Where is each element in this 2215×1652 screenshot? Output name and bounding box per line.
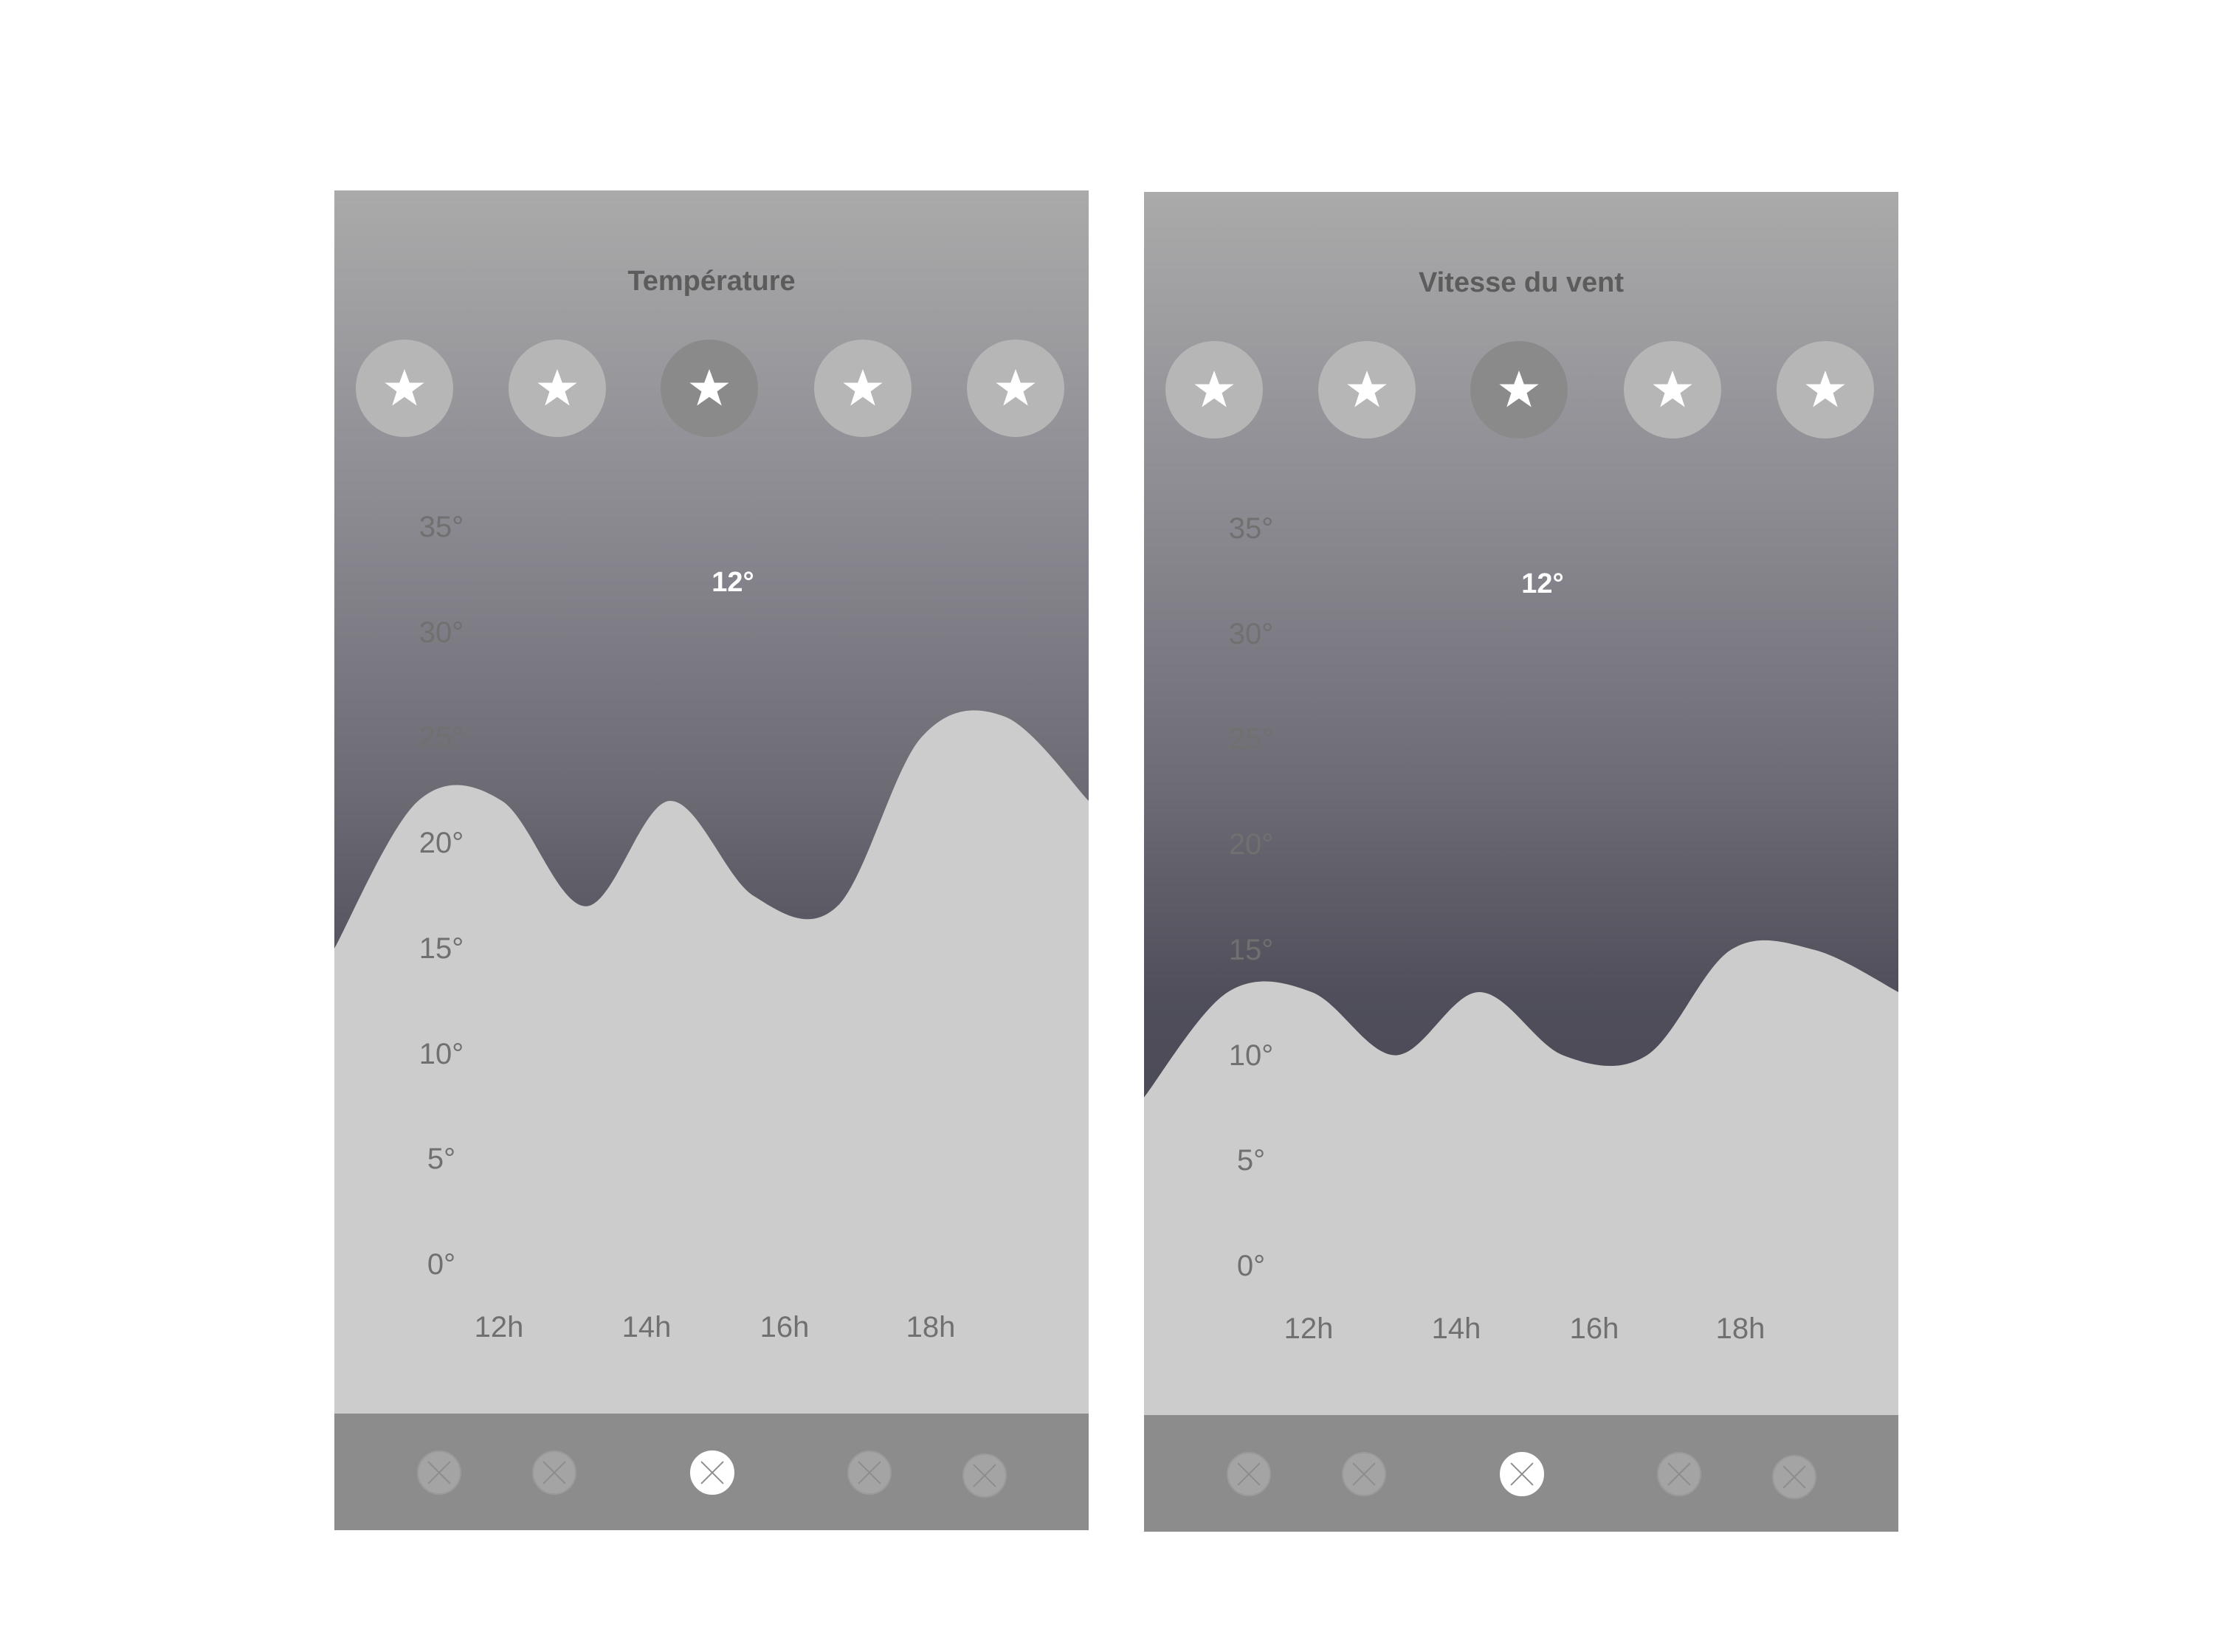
close-circle-icon xyxy=(427,1461,451,1484)
nav-button[interactable] xyxy=(1772,1455,1816,1499)
nav-button[interactable] xyxy=(417,1450,461,1495)
close-circle-icon xyxy=(1352,1462,1376,1486)
current-value-label: 12° xyxy=(712,567,754,598)
close-circle-icon xyxy=(1782,1465,1806,1489)
y-tick-label: 15° xyxy=(418,932,464,965)
temperature-screen: Température 35° 30° 25° 20° 15° 10° 5° 0° 12h 14… xyxy=(334,190,1089,1530)
nav-button[interactable] xyxy=(847,1450,892,1495)
close-circle-icon xyxy=(858,1461,881,1484)
y-tick-label: 5° xyxy=(1236,1144,1266,1177)
nav-button[interactable] xyxy=(962,1453,1007,1498)
x-tick-label: 18h xyxy=(906,1311,956,1343)
x-tick-label: 18h xyxy=(1715,1312,1766,1345)
close-circle-icon xyxy=(542,1461,566,1484)
close-circle-icon xyxy=(1510,1462,1534,1486)
close-circle-icon xyxy=(700,1461,724,1484)
nav-button[interactable] xyxy=(1500,1452,1544,1496)
bottom-nav-bar xyxy=(334,1414,1089,1530)
close-circle-icon xyxy=(1237,1462,1261,1486)
y-tick-label: 20° xyxy=(418,827,464,860)
current-value-label: 12° xyxy=(1521,568,1564,599)
wind-speed-screen: Vitesse du vent 35° 30° 25° 20° 15° 10° 5° 0° 1… xyxy=(1144,192,1898,1532)
nav-button[interactable] xyxy=(690,1450,734,1495)
x-tick-label: 16h xyxy=(1569,1312,1619,1345)
x-tick-label: 16h xyxy=(759,1311,810,1343)
x-tick-label: 14h xyxy=(1431,1312,1481,1345)
nav-button[interactable] xyxy=(1657,1452,1701,1496)
y-tick-label: 35° xyxy=(418,511,464,543)
y-tick-label: 30° xyxy=(1228,617,1274,650)
y-tick-label: 10° xyxy=(1228,1039,1274,1072)
nav-button[interactable] xyxy=(1227,1452,1271,1496)
y-tick-label: 35° xyxy=(1228,512,1274,545)
close-circle-icon xyxy=(1667,1462,1691,1486)
y-tick-label: 20° xyxy=(1228,828,1274,861)
bottom-nav-bar xyxy=(1144,1415,1898,1532)
nav-button[interactable] xyxy=(1342,1452,1386,1496)
x-tick-label: 12h xyxy=(1284,1312,1334,1345)
y-tick-label: 15° xyxy=(1228,933,1274,966)
y-tick-label: 0° xyxy=(427,1248,456,1281)
y-tick-label: 5° xyxy=(427,1143,456,1176)
x-tick-label: 12h xyxy=(474,1311,524,1343)
temperature-area-chart xyxy=(334,710,1089,1414)
y-tick-label: 25° xyxy=(1228,723,1274,756)
close-circle-icon xyxy=(973,1464,996,1487)
y-tick-label: 10° xyxy=(418,1037,464,1070)
y-tick-label: 0° xyxy=(1236,1250,1266,1282)
y-tick-label: 30° xyxy=(418,616,464,649)
nav-button[interactable] xyxy=(532,1450,576,1495)
x-tick-label: 14h xyxy=(621,1311,672,1343)
wind-area-chart xyxy=(1144,940,1898,1415)
y-tick-label: 25° xyxy=(418,721,464,754)
